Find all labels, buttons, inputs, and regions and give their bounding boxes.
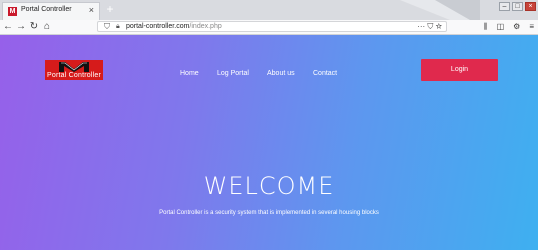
site-logo[interactable]: Portal Controller — [45, 60, 103, 80]
settings-icon[interactable]: ⚙ — [513, 21, 520, 33]
nav-home-link[interactable]: Home — [180, 70, 199, 77]
minimize-icon[interactable]: – — [499, 2, 510, 11]
login-button[interactable]: Login — [421, 59, 498, 81]
close-window-icon[interactable]: × — [525, 2, 536, 11]
logo-text: Portal Controller — [47, 72, 101, 79]
home-icon[interactable]: ⌂ — [42, 21, 52, 33]
url-bar[interactable]: ⛉ 🔒︎ portal-controller.com/index.php ···… — [97, 21, 447, 32]
new-tab-button[interactable]: + — [104, 3, 116, 15]
url-path: /index.php — [189, 23, 222, 30]
tab-title: Portal Controller — [21, 6, 72, 13]
toolbar-right: ⫼ ◫ ⚙ ≡ — [484, 21, 534, 33]
tab-close-icon[interactable]: × — [89, 5, 94, 15]
browser-tab[interactable]: M Portal Controller × — [2, 2, 100, 20]
sidebar-icon[interactable]: ◫ — [497, 21, 505, 33]
url-actions[interactable]: ··· ⛉ ☆ — [417, 22, 442, 32]
reload-icon[interactable]: ↻ — [29, 21, 39, 33]
back-icon[interactable]: ← — [3, 21, 13, 33]
nav-about-link[interactable]: About us — [267, 70, 295, 77]
welcome-subtitle: Portal Controller is a security system t… — [159, 210, 379, 216]
maximize-icon[interactable]: □ — [512, 2, 523, 11]
tabbar-decoration — [400, 0, 480, 20]
lock-icon[interactable]: 🔒︎ — [116, 22, 120, 32]
favicon-icon: M — [8, 7, 17, 16]
shield-icon[interactable]: ⛉ — [104, 22, 110, 32]
tab-bar: M Portal Controller × + – □ × — [0, 0, 538, 20]
landing-page: Portal Controller Home Log Portal About … — [0, 35, 538, 250]
url-host: portal-controller.com — [126, 23, 190, 30]
library-icon[interactable]: ⫼ — [484, 21, 488, 33]
menu-icon[interactable]: ≡ — [529, 21, 534, 33]
nav-contact-link[interactable]: Contact — [313, 70, 337, 77]
welcome-heading: WELCOME — [203, 172, 335, 200]
url-text[interactable]: portal-controller.com/index.php — [126, 22, 222, 32]
forward-icon[interactable]: → — [16, 21, 26, 33]
navigation-bar: ← → ↻ ⌂ ⛉ 🔒︎ portal-controller.com/index… — [0, 20, 538, 35]
window-controls: – □ × — [499, 2, 536, 12]
nav-log-portal-link[interactable]: Log Portal — [217, 70, 249, 77]
